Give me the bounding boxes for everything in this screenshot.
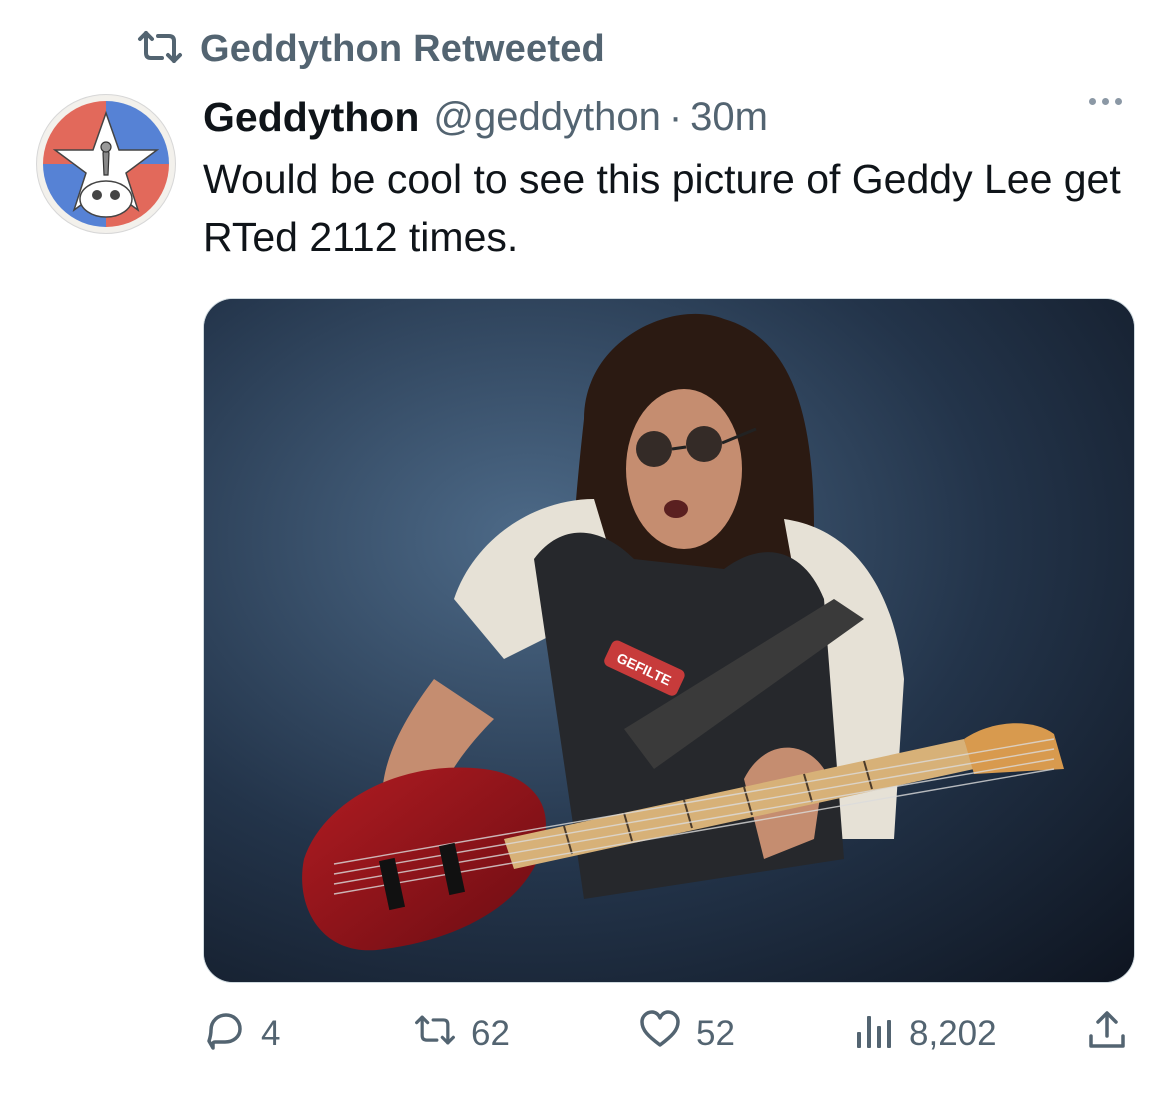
more-options-icon[interactable] <box>1089 98 1122 105</box>
tweet-timestamp[interactable]: 30m <box>690 95 768 140</box>
retweet-icon <box>136 29 184 70</box>
views-count: 8,202 <box>909 1014 997 1053</box>
views-icon <box>851 1008 895 1061</box>
heart-icon <box>638 1008 682 1061</box>
retweet-icon <box>413 1008 457 1061</box>
retweeted-by-row[interactable]: Geddython Retweeted <box>136 26 605 72</box>
separator-dot: · <box>668 94 683 139</box>
reply-icon <box>203 1008 247 1061</box>
reply-count: 4 <box>261 1014 281 1053</box>
avatar[interactable] <box>36 94 176 234</box>
views-button[interactable]: 8,202 <box>851 1006 997 1062</box>
retweet-count: 62 <box>471 1014 510 1053</box>
retweeted-by-label: Geddython Retweeted <box>200 27 605 70</box>
share-icon <box>1085 1008 1129 1061</box>
retweet-button[interactable]: 62 <box>413 1006 510 1062</box>
tweet-photo[interactable]: GEFILTE <box>203 298 1135 983</box>
author-handle[interactable]: @geddython <box>433 95 660 140</box>
tweet-actions: 4 62 52 8,202 <box>203 1006 1133 1062</box>
reply-button[interactable]: 4 <box>203 1006 280 1062</box>
share-button[interactable] <box>1085 1006 1129 1062</box>
like-count: 52 <box>696 1014 735 1053</box>
tweet-text: Would be cool to see this picture of Ged… <box>203 156 1121 260</box>
tweet-header: Geddython @geddython · 30m <box>203 90 1130 144</box>
author-display-name[interactable]: Geddython <box>203 94 419 141</box>
like-button[interactable]: 52 <box>638 1006 735 1062</box>
